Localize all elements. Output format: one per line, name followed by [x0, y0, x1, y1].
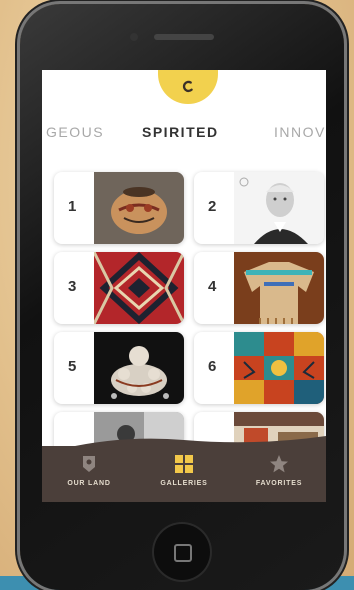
app-screen: GEOUS SPIRITED INNOV 1 2 3 4 5 6 OUR LAN… — [42, 70, 326, 502]
nav-label: FAVORITES — [255, 480, 303, 487]
card-number: 3 — [68, 278, 77, 295]
star-icon — [270, 455, 288, 473]
portrait-thumbnail — [234, 172, 324, 244]
card-number: 1 — [68, 198, 77, 215]
gallery-card-4[interactable]: 4 — [194, 252, 324, 324]
shirt-thumbnail — [234, 252, 324, 324]
camera-icon — [130, 33, 138, 41]
gallery-card-2[interactable]: 2 — [194, 172, 324, 244]
phone-frame: GEOUS SPIRITED INNOV 1 2 3 4 5 6 OUR LAN… — [20, 4, 344, 590]
gallery-card-1[interactable]: 1 — [54, 172, 184, 244]
speaker-grille — [154, 34, 214, 40]
rug-thumbnail — [94, 252, 184, 324]
home-square-icon — [174, 544, 192, 562]
top-tab[interactable] — [158, 70, 218, 104]
gallery-card-6[interactable]: 6 — [194, 332, 324, 404]
gallery-card-3[interactable]: 3 — [54, 252, 184, 324]
grid-icon — [175, 455, 193, 473]
category-carousel: GEOUS SPIRITED INNOV — [42, 124, 326, 148]
card-number: 4 — [208, 278, 217, 295]
nav-galleries[interactable]: GALLERIES — [137, 454, 231, 487]
textile-art-thumbnail — [234, 332, 324, 404]
nav-label: OUR LAND — [67, 480, 111, 487]
home-button[interactable] — [154, 524, 210, 580]
gallery-card-5[interactable]: 5 — [54, 332, 184, 404]
map-pin-icon — [83, 456, 95, 472]
category-current[interactable]: SPIRITED — [142, 124, 219, 140]
bottom-nav: OUR LAND GALLERIES FAVORITES — [42, 446, 326, 502]
pottery-thumbnail — [94, 172, 184, 244]
nav-favorites[interactable]: FAVORITES — [232, 454, 326, 487]
figures-thumbnail — [94, 332, 184, 404]
card-number: 5 — [68, 358, 77, 375]
category-next[interactable]: INNOV — [274, 124, 326, 140]
nav-label: GALLERIES — [160, 480, 208, 487]
card-number: 2 — [208, 198, 217, 215]
card-number: 6 — [208, 358, 217, 375]
category-prev[interactable]: GEOUS — [46, 124, 104, 140]
curl-icon — [182, 80, 193, 93]
nav-our-land[interactable]: OUR LAND — [42, 454, 136, 487]
